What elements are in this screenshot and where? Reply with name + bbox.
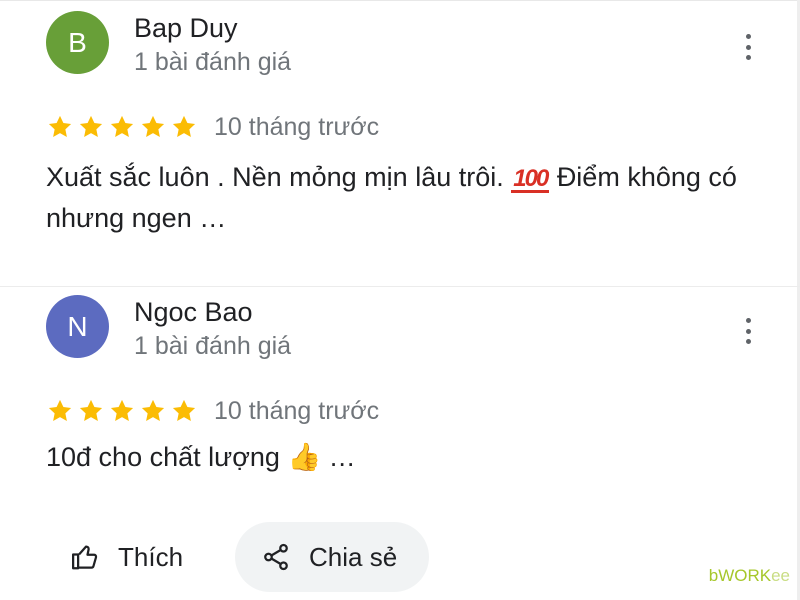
review-time: 10 tháng trước xyxy=(214,396,380,425)
review-text[interactable]: Xuất sắc luôn . Nền mỏng mịn lâu trôi. 1… xyxy=(46,157,766,239)
review-time: 10 tháng trước xyxy=(214,112,380,141)
star-rating xyxy=(46,113,198,141)
star-icon xyxy=(79,399,103,422)
like-button[interactable]: Thích xyxy=(46,522,207,592)
reviewer-review-count: 1 bài đánh giá xyxy=(134,332,292,360)
thumbs-up-emoji: 👍 xyxy=(287,442,322,473)
avatar-letter: B xyxy=(68,26,87,58)
review-text-part: 10đ cho chất lượng xyxy=(46,442,280,472)
rating-row: 10 tháng trước xyxy=(46,111,379,143)
star-icon xyxy=(110,115,134,138)
watermark-main: bWORK xyxy=(708,566,772,585)
star-rating xyxy=(46,397,198,425)
review-text-part: … xyxy=(328,442,356,472)
review-actions: Thích Chia sẻ xyxy=(46,522,430,592)
more-vert-icon[interactable] xyxy=(736,314,760,348)
review-text[interactable]: 10đ cho chất lượng 👍 … xyxy=(46,437,766,478)
share-button[interactable]: Chia sẻ xyxy=(235,522,430,592)
star-icon xyxy=(79,115,103,138)
review-text-part: Xuất sắc luôn . Nền mỏng mịn lâu trôi. xyxy=(46,162,504,192)
avatar[interactable]: N xyxy=(46,295,109,358)
reviewer-review-count: 1 bài đánh giá xyxy=(134,48,292,76)
rating-row: 10 tháng trước xyxy=(46,395,379,427)
more-vert-icon[interactable] xyxy=(736,30,760,64)
avatar[interactable]: B xyxy=(46,11,109,74)
top-border xyxy=(0,0,800,1)
star-icon xyxy=(48,399,72,422)
reviewer-name[interactable]: Bap Duy xyxy=(134,13,238,44)
star-icon xyxy=(48,115,72,138)
review-divider xyxy=(0,286,800,287)
star-icon xyxy=(172,399,196,422)
like-label: Thích xyxy=(118,541,184,572)
star-icon xyxy=(141,399,165,422)
star-icon xyxy=(172,115,196,138)
avatar-letter: N xyxy=(67,310,88,342)
watermark-suffix: ee xyxy=(771,566,790,585)
share-icon xyxy=(264,543,288,571)
star-icon xyxy=(141,115,165,138)
thumbs-up-icon xyxy=(72,545,98,570)
star-icon xyxy=(110,399,134,422)
reviewer-name[interactable]: Ngoc Bao xyxy=(134,297,253,328)
watermark-logo: bWORKee xyxy=(709,566,790,586)
hundred-points-emoji: 100 xyxy=(511,165,549,193)
reviews-panel: B Bap Duy 1 bài đánh giá 10 tháng trước … xyxy=(0,0,800,600)
share-label: Chia sẻ xyxy=(309,541,398,572)
